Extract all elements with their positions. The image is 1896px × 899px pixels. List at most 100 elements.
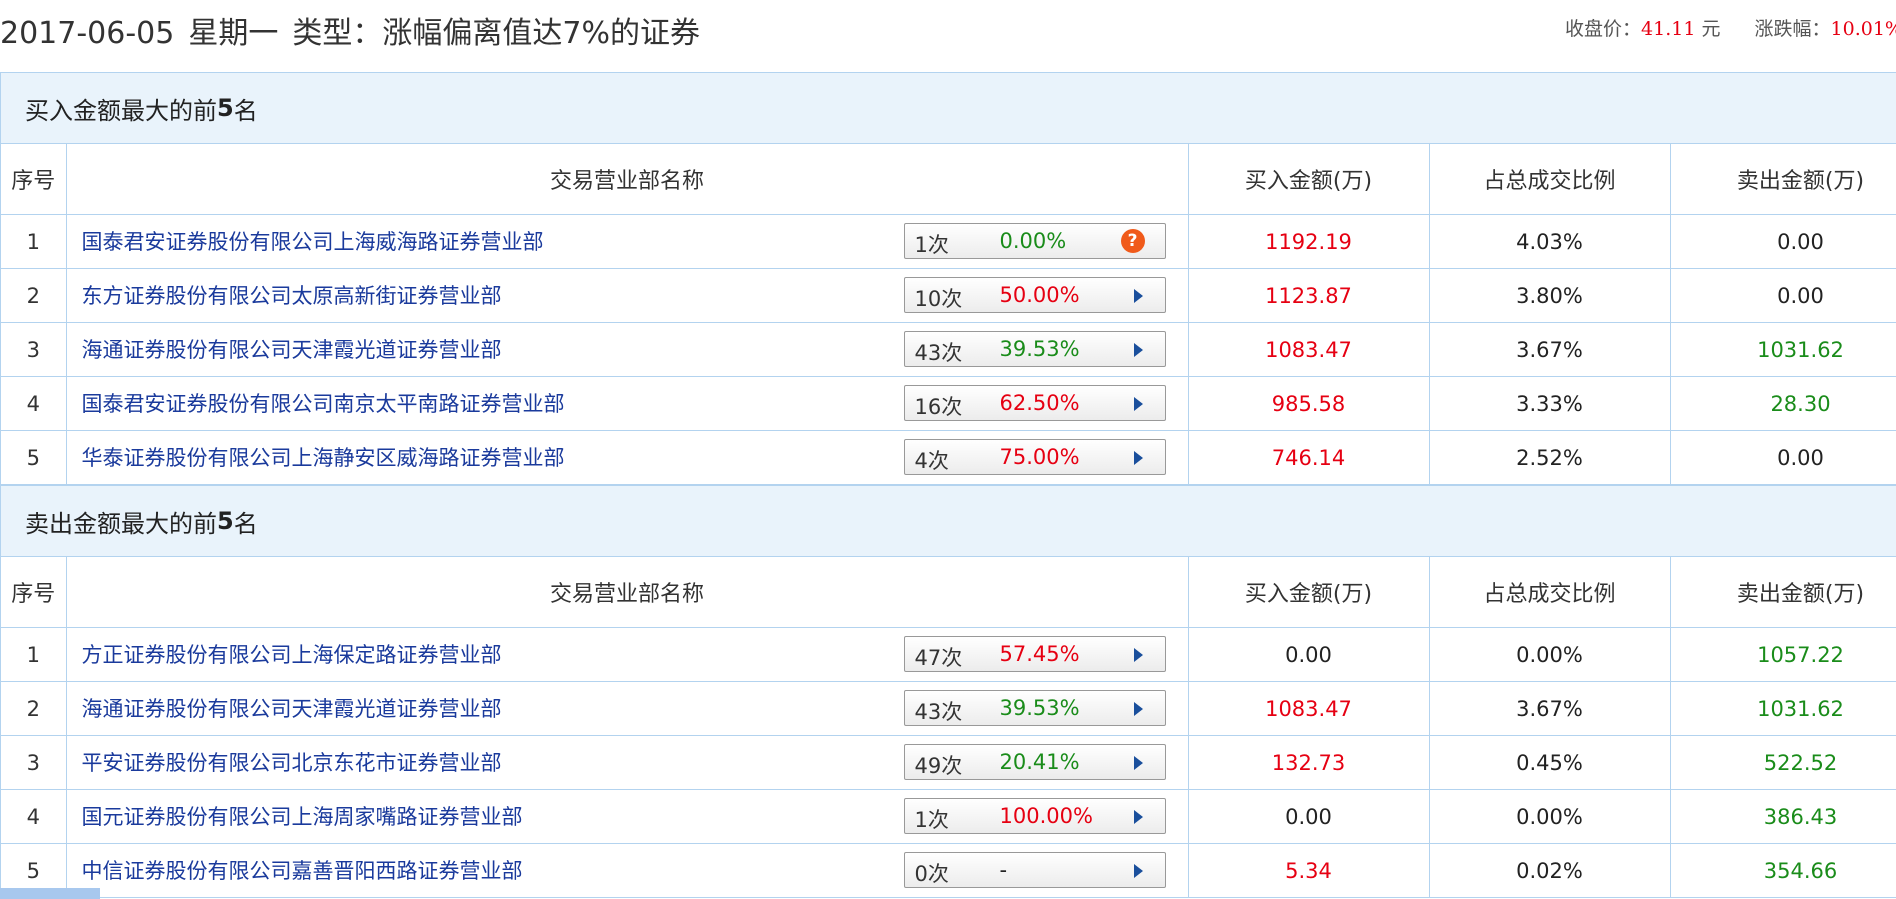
broker-link[interactable]: 国泰君安证券股份有限公司上海威海路证券营业部	[82, 226, 544, 256]
listing-times: 43次	[914, 341, 963, 365]
broker-link[interactable]: 国元证券股份有限公司上海周家嘴路证券营业部	[82, 801, 523, 831]
row-buy-amount: 746.14	[1188, 430, 1430, 485]
arrow-right-icon	[1133, 397, 1143, 411]
row-name-cell: 平安证券股份有限公司北京东花市证券营业部 49次 20.41%	[66, 735, 1189, 790]
win-rate: 75.00%	[999, 445, 1080, 469]
row-name-cell: 方正证券股份有限公司上海保定路证券营业部 47次 57.45%	[66, 627, 1189, 682]
sell-section-title-prefix: 卖出金额最大的前	[25, 509, 217, 538]
row-buy-amount: 985.58	[1188, 376, 1430, 431]
listing-times: 49次	[914, 754, 963, 778]
table-row: 4 国元证券股份有限公司上海周家嘴路证券营业部 1次 100.00% 0.00 …	[1, 789, 1896, 844]
row-sell-amount: 522.52	[1670, 735, 1896, 790]
broker-stats-button[interactable]: 4次 75.00%	[903, 439, 1166, 475]
close-price-unit: 元	[1701, 18, 1721, 40]
table-row: 5 中信证券股份有限公司嘉善晋阳西路证券营业部 0次 - 5.34 0.02% …	[1, 843, 1896, 898]
row-name-cell: 中信证券股份有限公司嘉善晋阳西路证券营业部 0次 -	[66, 843, 1189, 898]
buy-section-title-prefix: 买入金额最大的前	[25, 96, 217, 125]
broker-stats-button[interactable]: 43次 39.53%	[903, 690, 1166, 726]
win-rate: 39.53%	[999, 696, 1080, 720]
broker-stats-button[interactable]: 43次 39.53%	[903, 331, 1166, 367]
row-sell-amount: 0.00	[1670, 214, 1896, 269]
trade-date: 2017-06-05	[0, 16, 175, 51]
row-ratio: 3.67%	[1429, 681, 1671, 736]
buy-section-title-suffix: 名	[233, 96, 258, 125]
broker-link[interactable]: 平安证券股份有限公司北京东花市证券营业部	[82, 747, 502, 777]
broker-stats-button[interactable]: 16次 62.50%	[903, 385, 1166, 421]
price-summary: 收盘价：41.11 元涨跌幅：10.01%成	[1565, 14, 1896, 41]
table-header-row: 序号 交易营业部名称 买入金额(万) 占总成交比例 卖出金额(万)	[1, 557, 1896, 628]
top-header: 2017-06-05 星期一 类型：涨幅偏离值达7%的证券 收盘价：41.11 元 涨…	[0, 0, 1896, 58]
row-sell-amount: 1057.22	[1670, 627, 1896, 682]
row-index: 4	[1, 789, 67, 844]
col-index: 序号	[1, 557, 67, 628]
help-icon: ?	[1120, 229, 1145, 253]
row-index: 3	[1, 322, 67, 377]
row-buy-amount: 5.34	[1188, 843, 1430, 898]
row-sell-amount: 1031.62	[1670, 681, 1896, 736]
broker-link[interactable]: 华泰证券股份有限公司上海静安区威海路证券营业部	[82, 442, 565, 472]
col-index: 序号	[1, 144, 67, 215]
row-ratio: 0.00%	[1429, 789, 1671, 844]
win-rate: 62.50%	[999, 391, 1080, 415]
col-ratio: 占总成交比例	[1429, 557, 1671, 628]
row-index: 1	[1, 627, 67, 682]
broker-link[interactable]: 国泰君安证券股份有限公司南京太平南路证券营业部	[82, 388, 565, 418]
sell-section-title: 卖出金额最大的前 5 名	[1, 485, 1896, 557]
close-price-label: 收盘价：	[1565, 18, 1642, 40]
row-ratio: 3.67%	[1429, 322, 1671, 377]
listing-times: 16次	[914, 395, 963, 419]
close-price-value: 41.11	[1641, 18, 1696, 40]
broker-link[interactable]: 海通证券股份有限公司天津霞光道证券营业部	[82, 334, 502, 364]
table-row: 3 海通证券股份有限公司天津霞光道证券营业部 43次 39.53% 1083.4…	[1, 322, 1896, 377]
arrow-right-icon	[1133, 648, 1143, 662]
broker-stats-button[interactable]: 47次 57.45%	[903, 636, 1166, 672]
listing-times: 10次	[914, 287, 963, 311]
win-rate: 50.00%	[999, 283, 1080, 307]
row-buy-amount: 1123.87	[1188, 268, 1430, 323]
row-ratio: 3.33%	[1429, 376, 1671, 431]
row-name-cell: 国泰君安证券股份有限公司南京太平南路证券营业部 16次 62.50%	[66, 376, 1189, 431]
row-buy-amount: 0.00	[1188, 627, 1430, 682]
arrow-right-icon	[1133, 810, 1143, 824]
row-name-cell: 海通证券股份有限公司天津霞光道证券营业部 43次 39.53%	[66, 322, 1189, 377]
arrow-right-icon	[1133, 451, 1143, 465]
broker-stats-button[interactable]: 10次 50.00%	[903, 277, 1166, 313]
win-rate: 57.45%	[999, 642, 1080, 666]
buy-ranking-table: 序号 交易营业部名称 买入金额(万) 占总成交比例 卖出金额(万) 1 国泰君安…	[1, 144, 1896, 485]
broker-link[interactable]: 东方证券股份有限公司太原高新街证券营业部	[82, 280, 502, 310]
broker-link[interactable]: 中信证券股份有限公司嘉善晋阳西路证券营业部	[82, 855, 523, 885]
sell-ranking-table: 序号 交易营业部名称 买入金额(万) 占总成交比例 卖出金额(万) 1 方正证券…	[1, 557, 1896, 898]
broker-stats-button[interactable]: 1次 100.00%	[903, 798, 1166, 834]
col-ratio: 占总成交比例	[1429, 144, 1671, 215]
broker-stats-button[interactable]: 49次 20.41%	[903, 744, 1166, 780]
horizontal-scrollbar-thumb[interactable]	[0, 888, 100, 899]
col-name: 交易营业部名称	[66, 144, 1189, 215]
row-ratio: 0.02%	[1429, 843, 1671, 898]
ranking-board: 买入金额最大的前 5 名 序号 交易营业部名称 买入金额(万) 占总成交比例 卖出金…	[0, 72, 1896, 898]
listing-times: 1次	[914, 808, 949, 832]
sell-section-title-num: 5	[217, 507, 234, 535]
buy-section-title-num: 5	[217, 94, 234, 122]
row-ratio: 0.45%	[1429, 735, 1671, 790]
row-index: 2	[1, 268, 67, 323]
broker-stats-button[interactable]: 0次 -	[903, 852, 1166, 888]
broker-link[interactable]: 海通证券股份有限公司天津霞光道证券营业部	[82, 693, 502, 723]
page-title: 2017-06-05 星期一 类型：涨幅偏离值达7%的证券	[0, 8, 700, 52]
broker-stats-button[interactable]: 1次 0.00% ?	[903, 223, 1166, 259]
table-row: 2 东方证券股份有限公司太原高新街证券营业部 10次 50.00% 1123.8…	[1, 268, 1896, 323]
row-index: 5	[1, 430, 67, 485]
row-buy-amount: 132.73	[1188, 735, 1430, 790]
col-name: 交易营业部名称	[66, 557, 1189, 628]
buy-section-title: 买入金额最大的前 5 名	[1, 72, 1896, 144]
col-buy: 买入金额(万)	[1188, 144, 1430, 215]
row-ratio: 4.03%	[1429, 214, 1671, 269]
win-rate: 100.00%	[999, 804, 1093, 828]
row-buy-amount: 1083.47	[1188, 681, 1430, 736]
col-buy: 买入金额(万)	[1188, 557, 1430, 628]
row-buy-amount: 1083.47	[1188, 322, 1430, 377]
arrow-right-icon	[1133, 289, 1143, 303]
row-sell-amount: 0.00	[1670, 268, 1896, 323]
broker-link[interactable]: 方正证券股份有限公司上海保定路证券营业部	[82, 639, 502, 669]
row-buy-amount: 1192.19	[1188, 214, 1430, 269]
listing-times: 0次	[914, 862, 949, 886]
